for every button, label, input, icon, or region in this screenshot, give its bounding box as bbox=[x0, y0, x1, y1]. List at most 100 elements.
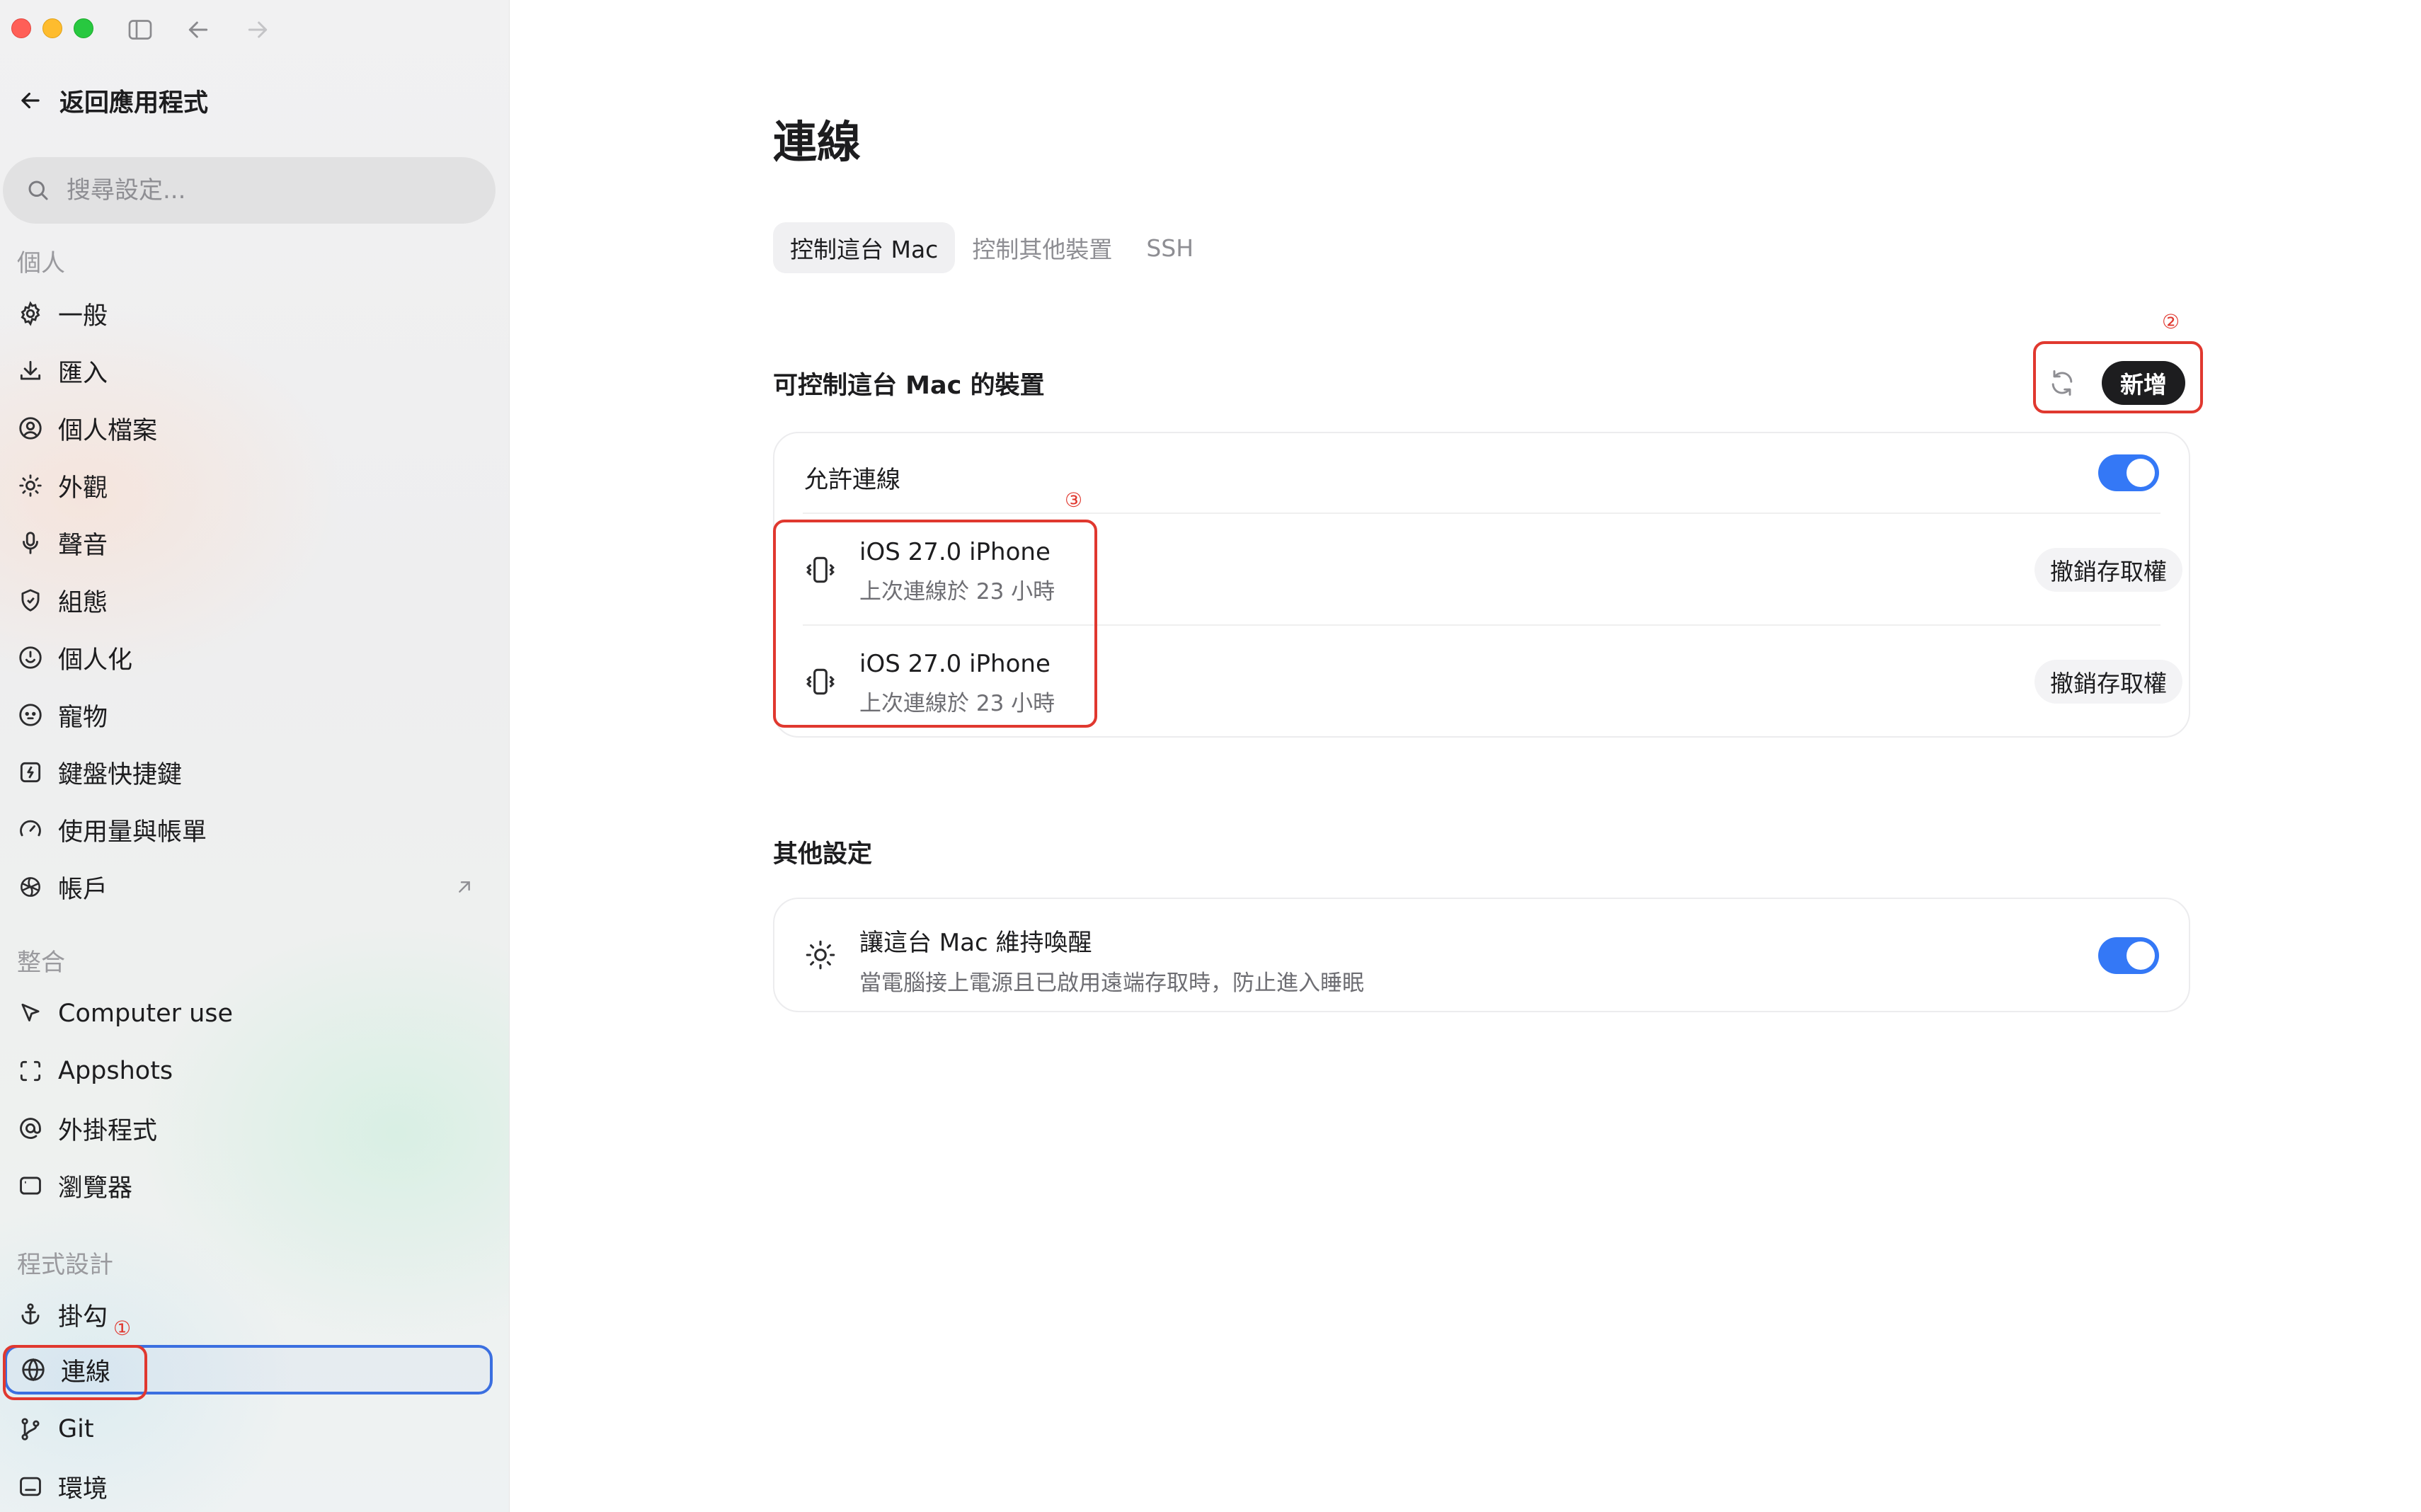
keep-awake-row: 讓這台 Mac 維持喚醒 當電腦接上電源且已啟用遠端存取時，防止進入睡眠 bbox=[774, 899, 2189, 1011]
phone-vibrate-icon bbox=[803, 664, 838, 699]
revoke-access-button[interactable]: 撤銷存取權 bbox=[2034, 548, 2182, 592]
sidebar-item-shortcuts[interactable]: 鍵盤快捷鍵 bbox=[4, 748, 493, 797]
zoom-window-button[interactable] bbox=[74, 18, 93, 38]
sidebar-item-label: 聲音 bbox=[58, 531, 108, 560]
sidebar-item-appshots[interactable]: Appshots bbox=[4, 1046, 493, 1096]
sidebar-item-general[interactable]: 一般 bbox=[4, 289, 493, 338]
sidebar-item-personalization[interactable]: 個人化 bbox=[4, 633, 493, 682]
sidebar-item-appearance[interactable]: 外觀 bbox=[4, 461, 493, 510]
other-settings-title: 其他設定 bbox=[773, 840, 873, 869]
cursor-icon bbox=[17, 1000, 44, 1027]
sidebar-item-label: 掛勾 bbox=[58, 1302, 108, 1331]
section-label-personal: 個人 bbox=[17, 249, 65, 277]
devices-section-title: 可控制這台 Mac 的裝置 bbox=[773, 372, 1045, 400]
user-circle-icon bbox=[17, 415, 44, 442]
other-settings-card: 讓這台 Mac 維持喚醒 當電腦接上電源且已啟用遠端存取時，防止進入睡眠 bbox=[773, 898, 2190, 1012]
refresh-icon[interactable] bbox=[2044, 365, 2081, 401]
sidebar-item-label: 寵物 bbox=[58, 703, 108, 732]
sidebar-item-connections[interactable]: 連線 bbox=[4, 1345, 493, 1394]
add-device-button[interactable]: 新增 bbox=[2102, 361, 2185, 405]
allow-connections-row: 允許連線 bbox=[774, 433, 2189, 512]
device-name: iOS 27.0 iPhone bbox=[859, 650, 1051, 678]
sidebar-item-label: 匯入 bbox=[58, 359, 108, 388]
sidebar-item-computer-use[interactable]: Computer use bbox=[4, 989, 493, 1038]
sidebar-item-import[interactable]: 匯入 bbox=[4, 346, 493, 396]
sidebar-item-label: 瀏覽器 bbox=[58, 1174, 133, 1203]
sidebar-item-voice[interactable]: 聲音 bbox=[4, 518, 493, 568]
device-name: iOS 27.0 iPhone bbox=[859, 538, 1051, 566]
sidebar-item-label: 環境 bbox=[58, 1474, 108, 1504]
back-arrow-icon[interactable] bbox=[184, 16, 212, 44]
devices-card: 允許連線 iOS 27.0 iPhone 上次連線於 23 小時 撤銷存取權 i… bbox=[773, 432, 2190, 738]
annotation-number-2: ② bbox=[2162, 310, 2180, 333]
phone-vibrate-icon bbox=[803, 552, 838, 588]
gear-icon bbox=[17, 300, 44, 327]
sidebar-item-account[interactable]: 帳戶 bbox=[4, 862, 493, 912]
close-window-button[interactable] bbox=[11, 18, 31, 38]
sidebar-item-git[interactable]: Git bbox=[4, 1404, 493, 1454]
sidebar-item-profile[interactable]: 個人檔案 bbox=[4, 403, 493, 453]
at-sign-icon bbox=[17, 1115, 44, 1142]
keep-awake-description: 當電腦接上電源且已啟用遠端存取時，防止進入睡眠 bbox=[859, 970, 1364, 996]
back-to-app-link[interactable]: 返回應用程式 bbox=[17, 79, 208, 122]
smile-circle-icon bbox=[17, 644, 44, 671]
tab-control-this-mac[interactable]: 控制這台 Mac bbox=[773, 222, 956, 273]
shield-icon bbox=[17, 587, 44, 614]
sidebar-item-plugins[interactable]: 外掛程式 bbox=[4, 1104, 493, 1153]
terminal-window-icon bbox=[17, 1473, 44, 1500]
page-title: 連線 bbox=[773, 116, 862, 168]
sidebar-item-label: Git bbox=[58, 1415, 94, 1443]
tab-ssh[interactable]: SSH bbox=[1129, 222, 1210, 273]
window-controls bbox=[11, 18, 93, 38]
allow-connections-label: 允許連線 bbox=[804, 466, 900, 494]
section-label-coding: 程式設計 bbox=[17, 1251, 113, 1279]
anchor-icon bbox=[17, 1301, 44, 1328]
keep-awake-title: 讓這台 Mac 維持喚醒 bbox=[859, 929, 1092, 957]
sidebar-item-label: 帳戶 bbox=[58, 875, 108, 904]
keep-awake-toggle[interactable] bbox=[2098, 937, 2159, 974]
sidebar-item-config[interactable]: 組態 bbox=[4, 575, 493, 625]
forward-arrow-icon[interactable] bbox=[244, 16, 272, 44]
device-info: iOS 27.0 iPhone 上次連線於 23 小時 bbox=[859, 650, 1055, 717]
allow-connections-toggle[interactable] bbox=[2098, 454, 2159, 491]
keyboard-shortcut-icon bbox=[17, 759, 44, 786]
main-content: 連線 控制這台 Mac 控制其他裝置 SSH 可控制這台 Mac 的裝置 新增 … bbox=[510, 0, 2421, 1512]
back-to-app-label: 返回應用程式 bbox=[59, 88, 209, 118]
search-icon bbox=[28, 181, 48, 200]
sidebar-item-label: 個人檔案 bbox=[58, 416, 158, 445]
globe-icon bbox=[20, 1356, 47, 1383]
sidebar-item-usage[interactable]: 使用量與帳單 bbox=[4, 805, 493, 854]
device-last-seen: 上次連線於 23 小時 bbox=[859, 691, 1055, 716]
download-icon bbox=[17, 357, 44, 384]
microphone-icon bbox=[17, 529, 44, 556]
sidebar-item-environment[interactable]: 環境 bbox=[4, 1462, 493, 1511]
sidebar-item-label: 外觀 bbox=[58, 474, 108, 503]
external-link-icon bbox=[453, 876, 476, 898]
browser-window-icon bbox=[17, 1172, 44, 1199]
section-label-integrations: 整合 bbox=[17, 949, 65, 977]
tab-control-other-devices[interactable]: 控制其他裝置 bbox=[955, 222, 1129, 273]
sidebar-item-hooks[interactable]: 掛勾 bbox=[4, 1290, 493, 1339]
sidebar-item-label: 使用量與帳單 bbox=[58, 818, 207, 847]
sidebar-item-browser[interactable]: 瀏覽器 bbox=[4, 1161, 493, 1210]
sidebar-item-pets[interactable]: 寵物 bbox=[4, 690, 493, 740]
search-input[interactable] bbox=[67, 176, 463, 205]
pet-face-icon bbox=[17, 701, 44, 728]
keep-awake-info: 讓這台 Mac 維持喚醒 當電腦接上電源且已啟用遠端存取時，防止進入睡眠 bbox=[859, 923, 1364, 997]
device-info: iOS 27.0 iPhone 上次連線於 23 小時 bbox=[859, 538, 1055, 605]
sidebar-item-label: Computer use bbox=[58, 1000, 234, 1028]
device-row: iOS 27.0 iPhone 上次連線於 23 小時 撤銷存取權 bbox=[774, 514, 2189, 624]
sidebar-item-label: 鍵盤快捷鍵 bbox=[58, 760, 183, 789]
sidebar-toggle-icon[interactable] bbox=[126, 16, 154, 44]
sun-icon bbox=[17, 472, 44, 499]
sun-icon bbox=[803, 937, 838, 973]
device-last-seen: 上次連線於 23 小時 bbox=[859, 579, 1055, 605]
settings-search[interactable] bbox=[3, 157, 496, 224]
device-row: iOS 27.0 iPhone 上次連線於 23 小時 撤銷存取權 bbox=[774, 626, 2189, 736]
sidebar-item-label: 外掛程式 bbox=[58, 1116, 158, 1145]
gauge-icon bbox=[17, 816, 44, 843]
revoke-access-button[interactable]: 撤銷存取權 bbox=[2034, 660, 2182, 704]
minimize-window-button[interactable] bbox=[42, 18, 62, 38]
sidebar-item-label: 連線 bbox=[61, 1358, 111, 1387]
settings-window: 返回應用程式 個人 一般 匯入 個人檔案 外觀 聲音 組態 bbox=[0, 0, 2421, 1512]
